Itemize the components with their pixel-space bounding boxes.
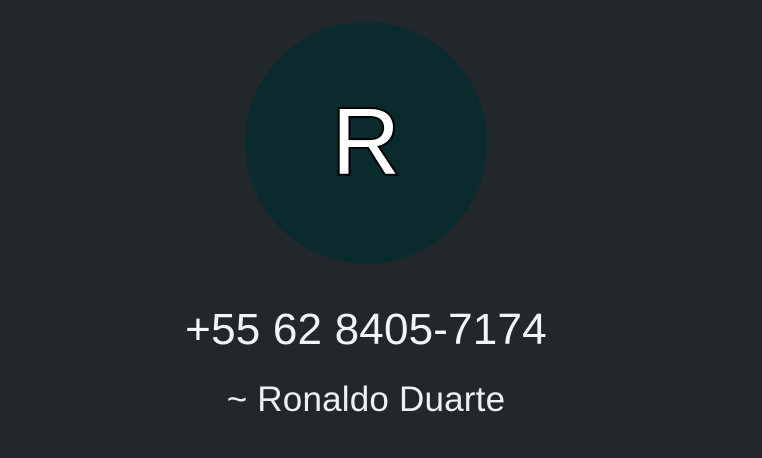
contact-phone-number: +55 62 8405-7174 bbox=[185, 305, 547, 354]
contact-display-name: ~ Ronaldo Duarte bbox=[226, 380, 506, 419]
contact-avatar[interactable]: R bbox=[245, 22, 487, 264]
contact-info-screen: R +55 62 8405-7174 ~ Ronaldo Duarte bbox=[0, 0, 762, 458]
avatar-initial: R bbox=[330, 89, 402, 194]
